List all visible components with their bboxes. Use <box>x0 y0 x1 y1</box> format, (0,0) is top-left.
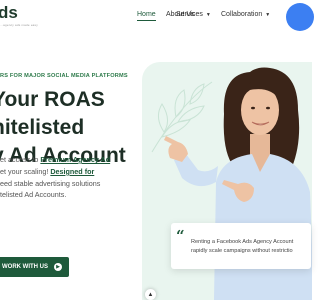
chevron-up-icon: ▲ <box>147 291 154 298</box>
nav-home[interactable]: Home <box>137 11 156 21</box>
nav-collaboration-item[interactable]: Collaboration ▼ <box>221 11 270 18</box>
designed-for-link[interactable]: Designed for <box>50 167 94 176</box>
para-line-2: et your scaling! <box>0 166 51 176</box>
testimonial-line-1: Renting a Facebook Ads Agency Account <box>191 239 294 245</box>
hero-eyebrow: RS FOR MAJOR SOCIAL MEDIA PLATFORMS <box>0 73 128 79</box>
nav-services-label: Services <box>176 11 203 18</box>
chevron-down-icon: ▼ <box>265 12 271 18</box>
nav-services-item[interactable]: Services ▼ <box>176 11 211 18</box>
scroll-to-top-button[interactable]: ▲ <box>145 289 156 300</box>
headline-line-2: hitelisted <box>0 116 85 139</box>
work-with-us-button[interactable]: WORK WITH US ▶ <box>0 257 69 277</box>
headline-line-1: Your ROAS <box>0 88 105 111</box>
site-header: ds ...agency ads made easy Home About Us… <box>0 0 314 42</box>
para-line-1: et access to <box>0 155 41 164</box>
arrow-right-icon: ▶ <box>54 263 62 271</box>
para-line-3: eed stable advertising solutions <box>0 178 101 188</box>
chat-bubble-icon[interactable] <box>286 3 314 31</box>
logo[interactable]: ds <box>0 3 18 23</box>
cta-label: WORK WITH US <box>2 264 48 270</box>
testimonial-card: “ Renting a Facebook Ads Agency Account … <box>171 223 311 269</box>
premium-agency-link[interactable]: Premium Agency Ad <box>40 155 110 164</box>
nav-collaboration-label: Collaboration <box>221 11 263 18</box>
testimonial-text: Renting a Facebook Ads Agency Account ra… <box>191 238 309 256</box>
hero-paragraph: et access to Premium Agency Ad et your s… <box>0 154 130 201</box>
chevron-down-icon: ▼ <box>205 12 211 18</box>
logo-tagline: ...agency ads made easy <box>0 23 38 27</box>
testimonial-line-2: rapidly scale campaigns without restrict… <box>191 248 293 255</box>
para-line-4: telisted Ad Accounts. <box>0 190 67 200</box>
quote-icon: “ <box>176 227 185 245</box>
